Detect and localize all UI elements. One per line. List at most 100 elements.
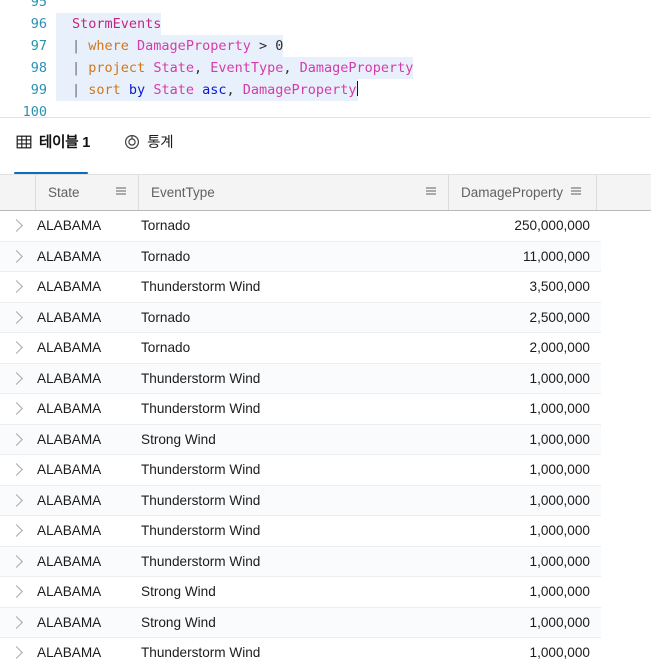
chevron-right-icon[interactable] [0, 432, 35, 446]
table-row[interactable]: ALABAMA Tornado 11,000,000 [0, 241, 601, 272]
table-row[interactable]: ALABAMA Strong Wind 1,000,000 [0, 577, 601, 608]
chevron-right-icon[interactable] [0, 310, 35, 324]
cell-state: ALABAMA [37, 492, 102, 508]
chevron-glyph [10, 371, 23, 385]
table-row[interactable]: ALABAMA Thunderstorm Wind 1,000,000 [0, 485, 601, 516]
editor-line-code[interactable]: | project State, EventType, DamageProper… [56, 57, 414, 79]
editor-line[interactable]: 99 | sort by State asc, DamageProperty [0, 79, 651, 101]
code-token: State [153, 82, 194, 98]
cell-state: ALABAMA [37, 431, 102, 447]
tab-statistics[interactable]: 통계 [122, 118, 179, 174]
cell-state: ALABAMA [37, 462, 102, 478]
editor-line[interactable]: 98 | project State, EventType, DamageProp… [0, 57, 651, 79]
column-header-filler [596, 175, 651, 210]
editor-line[interactable]: 97 | where DamageProperty > 0 [0, 35, 651, 57]
column-header-state[interactable]: State [35, 175, 138, 210]
line-number: 95 [30, 0, 47, 10]
cell-eventtype: Thunderstorm Wind [141, 279, 261, 295]
chevron-right-icon[interactable] [0, 615, 35, 629]
line-number: 96 [30, 16, 47, 32]
cell-damageproperty: 11,000,000 [522, 248, 590, 264]
table-row[interactable]: ALABAMA Thunderstorm Wind 1,000,000 [0, 638, 601, 667]
code-token: DamageProperty [242, 82, 357, 98]
code-token: project [88, 60, 146, 76]
editor-line-code[interactable]: StormEvents [56, 13, 162, 35]
chevron-right-icon[interactable] [0, 585, 35, 599]
cell-state: ALABAMA [37, 523, 102, 539]
chevron-right-icon[interactable] [0, 341, 35, 355]
grid-header-row: State EventType DamageProperty [0, 175, 651, 211]
code-token: StormEvents [72, 16, 162, 32]
chevron-right-icon[interactable] [0, 524, 35, 538]
table-row[interactable]: ALABAMA Strong Wind 1,000,000 [0, 607, 601, 638]
table-grid-icon [16, 134, 32, 150]
table-row[interactable]: ALABAMA Tornado 2,000,000 [0, 333, 601, 364]
chevron-right-icon[interactable] [0, 554, 35, 568]
cell-eventtype: Thunderstorm Wind [141, 553, 261, 569]
table-row[interactable]: ALABAMA Tornado 250,000,000 [0, 211, 601, 242]
chevron-right-icon[interactable] [0, 402, 35, 416]
results-tabbar: 테이블 1 통계 [0, 118, 651, 175]
tab-table-1[interactable]: 테이블 1 [14, 118, 96, 174]
cell-state: ALABAMA [37, 248, 102, 264]
column-header-damageproperty-label: DamageProperty [461, 185, 564, 200]
grid-row-list: ALABAMA Tornado 250,000,000 ALABAMA Tornado 1… [0, 211, 651, 667]
code-token: , [193, 60, 211, 76]
cell-state: ALABAMA [37, 584, 102, 600]
cell-damageproperty: 250,000,000 [514, 218, 590, 234]
chevron-right-icon[interactable] [0, 249, 35, 263]
text-caret [356, 81, 358, 96]
column-menu-icon-eventtype[interactable] [424, 184, 438, 201]
line-number: 99 [30, 82, 47, 98]
cell-state: ALABAMA [37, 553, 102, 569]
editor-line[interactable]: 96 StormEvents [0, 13, 651, 35]
table-row[interactable]: ALABAMA Strong Wind 1,000,000 [0, 424, 601, 455]
grid-header-gutter [0, 175, 35, 210]
column-menu-icon-damageproperty[interactable] [569, 184, 583, 201]
chevron-glyph [10, 432, 23, 446]
column-header-eventtype[interactable]: EventType [138, 175, 448, 210]
chevron-right-icon[interactable] [0, 371, 35, 385]
table-row[interactable]: ALABAMA Thunderstorm Wind 1,000,000 [0, 546, 601, 577]
cell-eventtype: Thunderstorm Wind [141, 523, 261, 539]
chevron-right-icon[interactable] [0, 646, 35, 660]
chevron-glyph [10, 463, 23, 477]
table-row[interactable]: ALABAMA Thunderstorm Wind 1,000,000 [0, 516, 601, 547]
table-row[interactable]: ALABAMA Tornado 2,500,000 [0, 302, 601, 333]
chevron-glyph [10, 219, 23, 233]
chevron-right-icon[interactable] [0, 493, 35, 507]
code-token: State [153, 60, 194, 76]
chevron-right-icon[interactable] [0, 463, 35, 477]
editor-line-list: 95 96 StormEvents 97 | where DamageProperty … [0, 0, 651, 117]
column-header-damageproperty[interactable]: DamageProperty [448, 175, 596, 210]
cell-damageproperty: 1,000,000 [529, 492, 590, 508]
table-row[interactable]: ALABAMA Thunderstorm Wind 1,000,000 [0, 363, 601, 394]
editor-line[interactable]: 95 [0, 0, 651, 13]
table-row[interactable]: ALABAMA Thunderstorm Wind 1,000,000 [0, 455, 601, 486]
table-row[interactable]: ALABAMA Thunderstorm Wind 3,500,000 [0, 272, 601, 303]
kusto-query-editor[interactable]: 95 96 StormEvents 97 | where DamageProperty … [0, 0, 651, 118]
column-menu-icon-state[interactable] [114, 184, 128, 201]
code-token: , [283, 60, 300, 76]
cell-damageproperty: 1,000,000 [529, 370, 590, 386]
cell-damageproperty: 1,000,000 [529, 553, 590, 569]
editor-line-code[interactable]: | sort by State asc, DamageProperty [56, 79, 358, 101]
cell-eventtype: Tornado [141, 340, 191, 356]
chevron-glyph [10, 280, 23, 294]
editor-line-code[interactable] [56, 0, 72, 13]
code-token: asc [202, 82, 227, 98]
cell-eventtype: Thunderstorm Wind [141, 492, 261, 508]
cell-damageproperty: 1,000,000 [529, 584, 590, 600]
table-row[interactable]: ALABAMA Thunderstorm Wind 1,000,000 [0, 394, 601, 425]
cell-damageproperty: 1,000,000 [529, 431, 590, 447]
editor-line-code[interactable]: | where DamageProperty > 0 [56, 35, 284, 57]
chevron-right-icon[interactable] [0, 219, 35, 233]
editor-line-code[interactable] [56, 101, 72, 117]
cell-eventtype: Thunderstorm Wind [141, 401, 261, 417]
chevron-glyph [10, 249, 23, 263]
editor-line[interactable]: 100 [0, 101, 651, 117]
cell-state: ALABAMA [37, 309, 102, 325]
chevron-right-icon[interactable] [0, 280, 35, 294]
